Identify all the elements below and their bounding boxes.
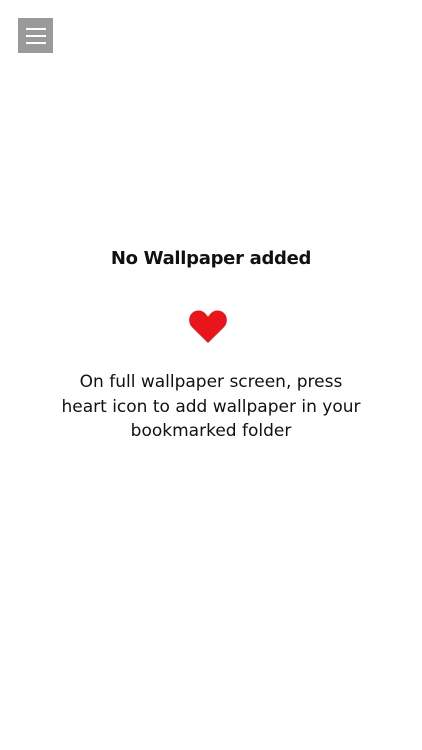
menu-button[interactable] [18,18,53,53]
hamburger-menu-icon-bar [25,34,46,37]
heart-icon [189,310,227,344]
empty-state-message: On full wallpaper screen, press heart ic… [61,372,361,441]
hamburger-menu-icon [25,27,46,30]
empty-state-title: No Wallpaper added [110,248,312,269]
hamburger-menu-icon-bar [25,41,46,44]
